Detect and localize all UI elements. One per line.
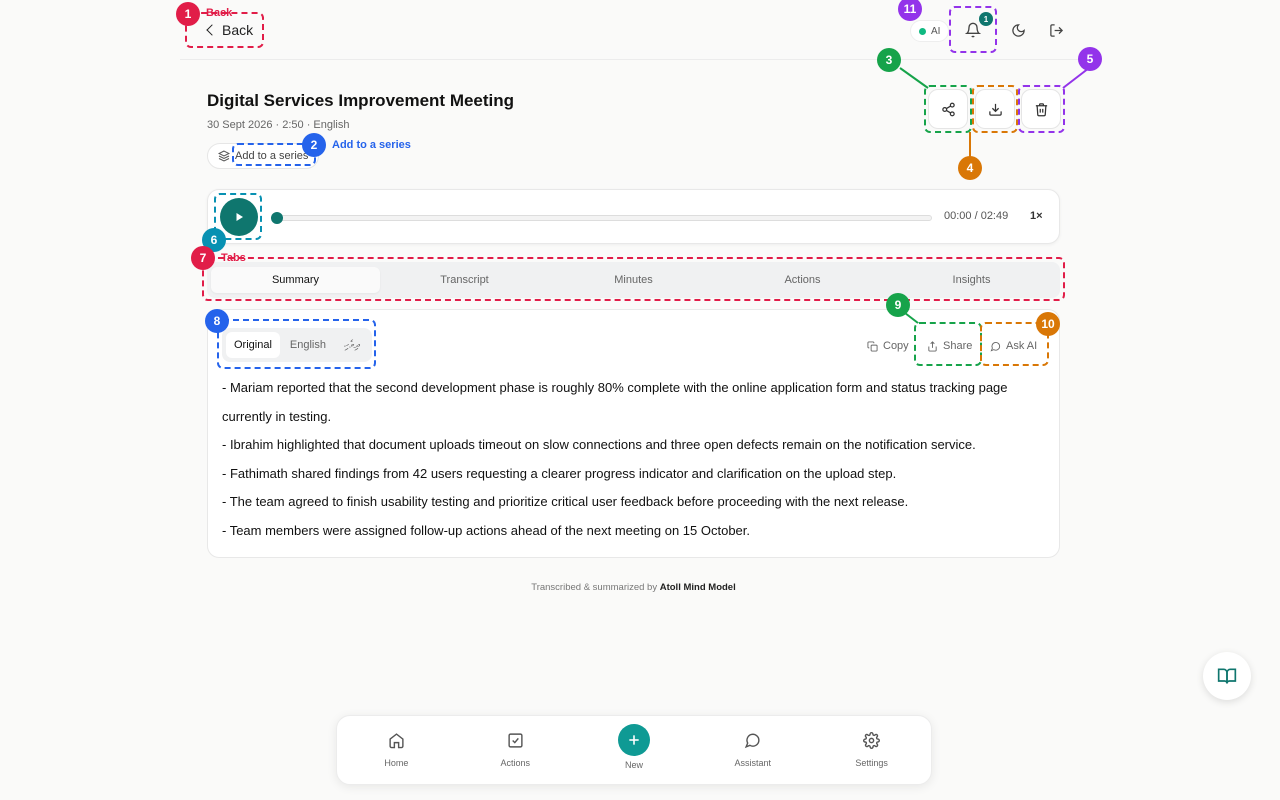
annotation-label: Back [206,7,233,19]
tab-insights[interactable]: Insights [887,267,1056,293]
nav-home-label: Home [384,758,409,768]
lang-english[interactable]: English [282,332,334,358]
chat-icon [745,733,760,749]
ai-status-pill: AI [910,20,950,42]
share-label: Share [943,340,973,352]
credit-model: Atoll Mind Model [659,582,736,593]
gear-icon [863,732,881,749]
logout-icon [1049,23,1063,37]
nav-settings-label: Settings [855,758,888,768]
nav-assistant-label: Assistant [734,758,772,768]
annotation-number: 3 [877,48,901,72]
page-title: Digital Services Improvement Meeting [207,91,515,110]
nav-actions[interactable]: Actions [456,732,575,768]
notifications-button[interactable]: 1 [959,12,993,44]
annotation-number: 8 [205,309,229,333]
plus-icon [617,724,650,756]
share-icon [941,102,955,116]
bottom-nav: Home Actions New Assistant Settings [336,715,932,785]
nav-new-label: New [624,760,643,770]
summary-card: Original English ދިވެހި Copy Share Ask A… [207,309,1060,558]
play-button[interactable] [220,198,258,236]
lang-original[interactable]: Original [226,332,280,358]
play-icon [236,213,243,221]
list-item: - Team members were assigned follow-up a… [222,522,750,538]
moon-icon [1011,23,1025,37]
ask-ai-button[interactable]: Ask AI [990,336,1037,356]
tab-bar: Summary Transcript Minutes Actions Insig… [207,262,1060,298]
share-meeting-button[interactable] [928,89,968,129]
tab-minutes[interactable]: Minutes [549,267,718,293]
copy-button[interactable]: Copy [867,336,909,356]
progress-track[interactable] [271,212,932,224]
playback-time: 00:00 / 02:49 [944,210,1009,222]
list-item: - Mariam reported that the second develo… [222,380,1008,424]
annotation-number: 11 [898,0,922,21]
bell-icon [965,22,981,38]
meeting-meta: 30 Sept 2026 · 2:50 · English [207,119,350,131]
summary-bullets: - Mariam reported that the second develo… [222,374,1042,545]
chevron-left-icon [206,24,218,36]
nav-new[interactable]: New [575,724,694,770]
language-toggle: Original English ދިވެހި [222,328,372,362]
annotation-label: Tabs [221,252,246,264]
nav-home[interactable]: Home [337,732,456,768]
nav-assistant[interactable]: Assistant [693,732,812,768]
copy-icon [867,340,878,352]
nav-actions-label: Actions [500,758,530,768]
status-dot-icon [919,27,926,35]
annotation-number: 2 [302,133,326,157]
annotation-number: 10 [1036,312,1060,336]
download-button[interactable] [975,89,1015,129]
back-button[interactable]: Back [200,16,264,44]
add-to-series-label: Add to a series [235,150,309,162]
tab-summary[interactable]: Summary [211,267,380,293]
chat-icon [990,341,1001,351]
theme-toggle-button[interactable] [1004,16,1032,44]
tab-transcript[interactable]: Transcript [380,267,549,293]
annotation-number: 7 [191,246,215,270]
delete-button[interactable] [1021,89,1061,129]
guide-button[interactable] [1203,652,1251,700]
annotation-number: 4 [958,156,982,180]
layers-icon [218,150,230,162]
ai-status-label: AI [931,25,941,37]
trash-icon [1035,102,1047,116]
home-icon [389,733,404,749]
checkbox-icon [508,733,523,748]
annotation-number: 5 [1078,47,1102,71]
header-divider [180,59,1080,60]
lang-dhivehi[interactable]: ދިވެހި [336,332,368,358]
model-credit: Transcribed & summarized by Atoll Mind M… [0,582,1267,593]
playback-speed-button[interactable]: 1× [1030,210,1043,222]
ask-ai-label: Ask AI [1006,340,1038,352]
share-summary-button[interactable]: Share [927,336,972,356]
audio-player: 00:00 / 02:49 1× [207,189,1060,244]
back-label: Back [222,22,254,38]
list-item: - Ibrahim highlighted that document uplo… [222,437,976,452]
progress-knob[interactable] [271,212,283,224]
logout-button[interactable] [1042,16,1070,44]
copy-label: Copy [883,340,909,352]
book-icon [1217,668,1237,684]
tab-actions[interactable]: Actions [718,267,887,293]
list-item: - Fathimath shared findings from 42 user… [222,465,897,481]
annotation-label: Add to a series [332,139,411,151]
download-icon [988,103,1002,116]
credit-prefix: Transcribed & summarized by [531,582,658,593]
annotation-number: 1 [176,2,200,26]
upload-icon [928,340,937,352]
list-item: - The team agreed to finish usability te… [222,494,909,509]
annotation-number: 9 [886,293,910,317]
nav-settings[interactable]: Settings [812,732,931,768]
notification-badge: 1 [979,12,993,26]
